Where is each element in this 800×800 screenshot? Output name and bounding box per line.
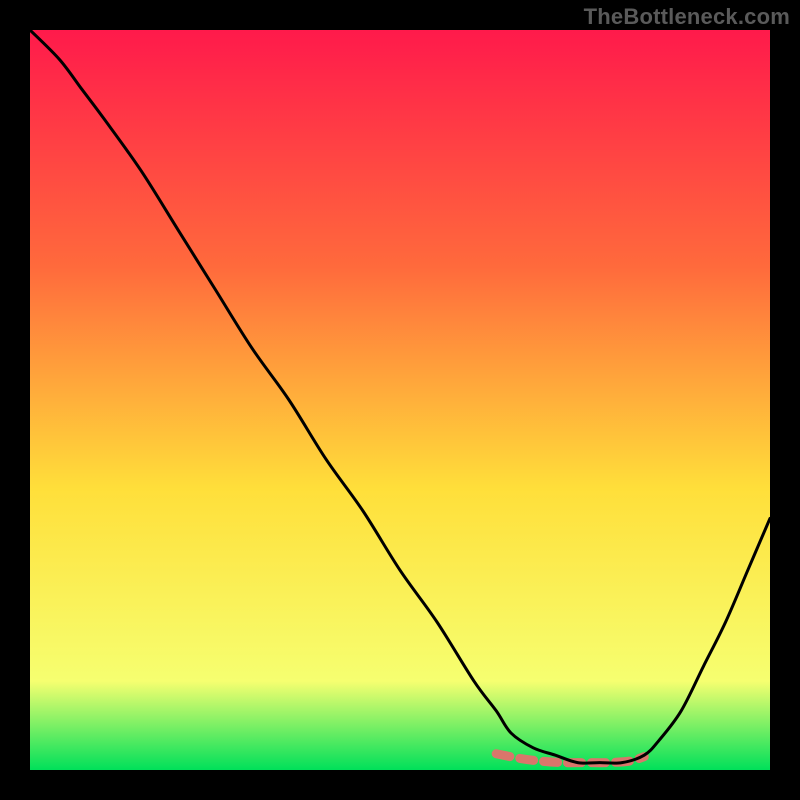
plot-area (30, 30, 770, 770)
chart-svg (30, 30, 770, 770)
chart-frame: TheBottleneck.com (0, 0, 800, 800)
watermark-text: TheBottleneck.com (584, 4, 790, 30)
gradient-background (30, 30, 770, 770)
